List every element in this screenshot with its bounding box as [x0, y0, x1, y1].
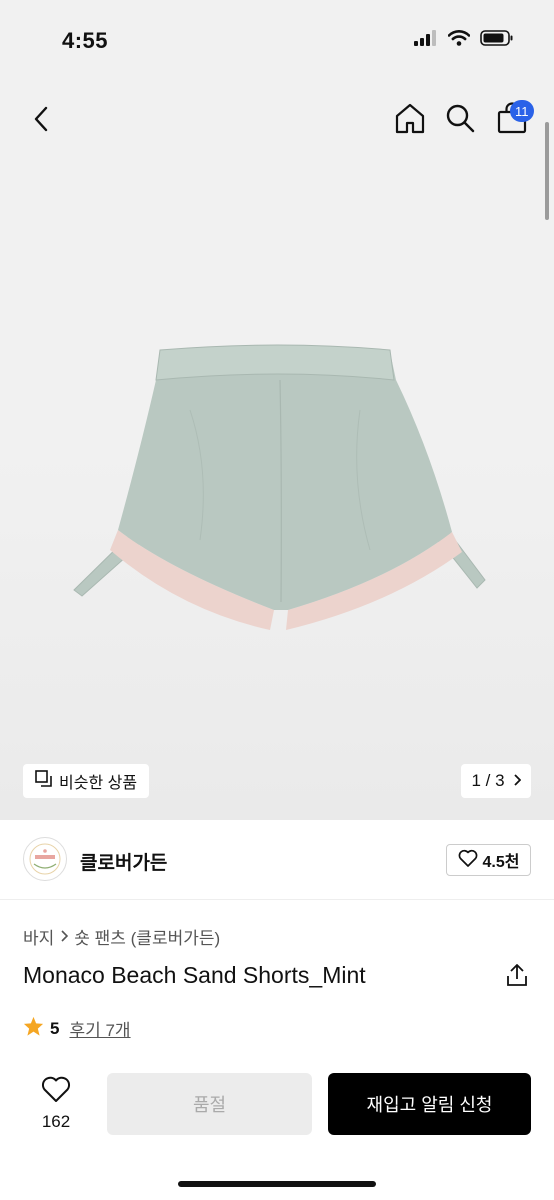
search-icon	[445, 103, 475, 138]
home-icon	[394, 102, 426, 139]
product-image[interactable]	[60, 340, 500, 640]
heart-icon	[458, 849, 478, 872]
status-bar: 4:55	[0, 0, 554, 84]
signal-icon	[414, 30, 438, 51]
copy-icon	[35, 769, 53, 793]
back-button[interactable]	[24, 102, 58, 140]
image-page-indicator[interactable]: 1 / 3	[461, 764, 531, 798]
brand-logo[interactable]	[23, 837, 67, 881]
battery-icon	[480, 30, 514, 51]
cart-count-badge: 11	[510, 100, 534, 122]
sold-out-button[interactable]: 품절	[107, 1073, 312, 1135]
search-button[interactable]	[442, 100, 478, 140]
wishlist-button[interactable]: 162	[23, 1074, 89, 1134]
brand-name[interactable]: 클로버가든	[80, 848, 167, 875]
heart-icon	[41, 1076, 71, 1108]
breadcrumb-subcategory[interactable]: 숏 팬츠 (클로버가든)	[74, 924, 220, 949]
restock-alert-button[interactable]: 재입고 알림 신청	[328, 1073, 531, 1135]
product-gallery[interactable]: 4:55 11 비슷한 상품 1 / 3	[0, 0, 554, 820]
brand-like-button[interactable]: 4.5천	[446, 844, 531, 876]
top-nav	[0, 96, 554, 146]
status-icons	[414, 30, 514, 51]
wishlist-count: 162	[41, 1112, 71, 1131]
breadcrumb-category[interactable]: 바지	[23, 924, 54, 949]
scroll-indicator	[545, 122, 549, 220]
share-button[interactable]	[503, 962, 531, 992]
status-time: 4:55	[62, 28, 109, 53]
breadcrumb: 바지 숏 팬츠 (클로버가든)	[23, 924, 220, 949]
rating-row: 5 후기 7개	[23, 1016, 131, 1041]
chevron-right-icon	[513, 771, 521, 791]
share-icon	[506, 963, 528, 992]
home-indicator	[178, 1181, 376, 1187]
rating-score: 5	[50, 1018, 60, 1038]
chevron-right-icon	[60, 927, 69, 947]
similar-products-button[interactable]: 비슷한 상품	[23, 764, 150, 798]
brand-row: 클로버가든 4.5천	[0, 820, 554, 900]
home-button[interactable]	[392, 100, 428, 140]
brand-like-count: 4.5천	[482, 854, 520, 871]
reviews-link[interactable]: 후기 7개	[69, 1016, 130, 1041]
chevron-left-icon	[33, 106, 49, 137]
wifi-icon	[447, 30, 471, 51]
page-indicator-label: 1 / 3	[471, 771, 505, 790]
similar-products-label: 비슷한 상품	[59, 775, 138, 792]
product-title: Monaco Beach Sand Shorts_Mint	[23, 962, 366, 988]
star-icon	[23, 1016, 44, 1041]
